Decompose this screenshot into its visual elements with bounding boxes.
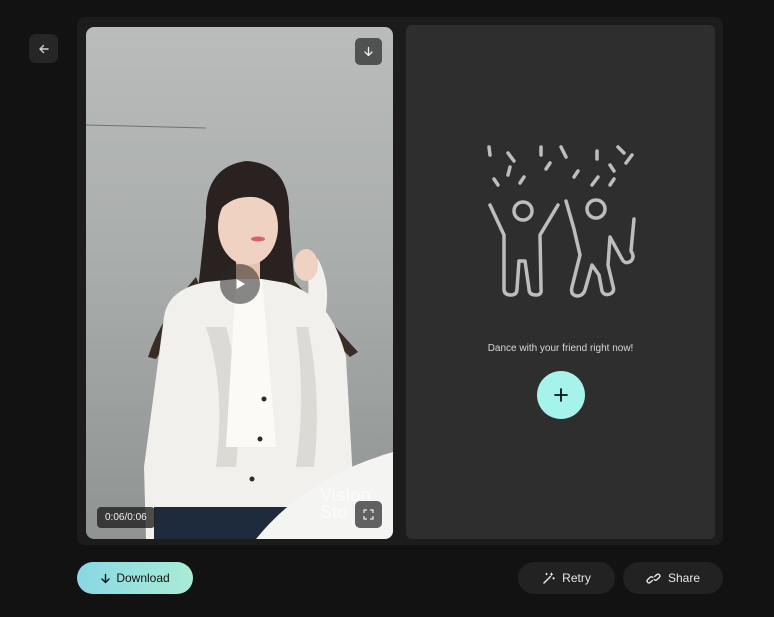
download-button[interactable]: Download: [77, 562, 193, 594]
link-icon: [646, 572, 661, 584]
fullscreen-button[interactable]: [355, 501, 382, 528]
add-friend-panel: Dance with your friend right now!: [406, 25, 715, 539]
video-time: 0:06/0:06: [97, 507, 155, 528]
share-button[interactable]: Share: [623, 562, 723, 594]
dancing-friends-icon: [487, 145, 636, 298]
play-icon: [236, 279, 245, 289]
fullscreen-icon: [363, 509, 374, 520]
retry-label: Retry: [562, 571, 591, 585]
video-download-button[interactable]: [355, 38, 382, 65]
download-label: Download: [116, 571, 170, 585]
arrow-left-icon: [38, 44, 49, 53]
arrow-down-icon: [364, 46, 373, 57]
video-player[interactable]: Vision Sto 0:06/0:06: [86, 27, 393, 539]
friend-prompt: Dance with your friend right now!: [487, 343, 634, 354]
magic-wand-icon: [543, 572, 556, 584]
play-button[interactable]: [220, 264, 260, 304]
arrow-down-icon: [101, 573, 111, 583]
add-friend-button[interactable]: [537, 371, 585, 419]
share-label: Share: [667, 571, 701, 585]
retry-button[interactable]: Retry: [518, 562, 615, 594]
plus-icon: [554, 388, 568, 402]
back-button[interactable]: [29, 34, 58, 63]
